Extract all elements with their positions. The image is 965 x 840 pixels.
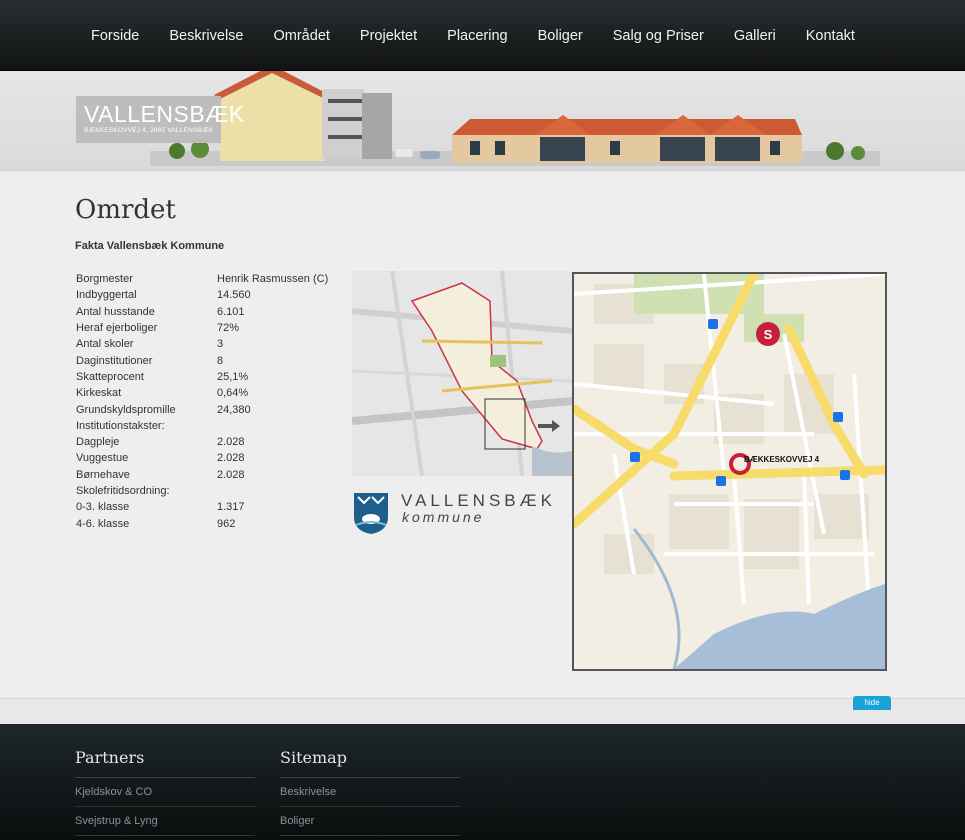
sitemap-title: Sitemap [280, 748, 460, 778]
fact-value: 8 [217, 354, 224, 367]
municipality-name: VALLENSBÆK [401, 491, 556, 510]
site-logo[interactable]: VALLENSBÆK BÆKKESKOVVEJ 4, 2665 VALLENSB… [76, 96, 245, 143]
location-map[interactable]: S BÆKKESKOVVEJ 4 [572, 272, 887, 671]
fact-label: Børnehave [76, 468, 130, 481]
fact-value [217, 483, 328, 499]
fact-row: Kirkeskat 0,64% [76, 385, 328, 401]
footer-partners: Partners Kjeldskov & CO Svejstrup & Lyng [75, 748, 255, 836]
fact-row: Borgmester Henrik Rasmussen (C) [76, 271, 328, 287]
footer-sitemap: Sitemap Beskrivelse Boliger [280, 748, 460, 836]
footer-link[interactable]: Svejstrup & Lyng [75, 807, 255, 836]
fact-value [217, 418, 328, 434]
footer-link[interactable]: Kjeldskov & CO [75, 778, 255, 807]
fact-row: Daginstitutioner 8 [76, 352, 328, 368]
nav-item[interactable]: Galleri [719, 28, 791, 44]
header-banner: VALLENSBÆK BÆKKESKOVVEJ 4, 2665 VALLENSB… [0, 71, 965, 171]
fact-row: Indbyggertal 14.560 [76, 287, 328, 303]
fact-value: 2.028 [217, 436, 245, 449]
nav-item[interactable]: Området [259, 28, 345, 44]
fact-label: Institutionstakster: [76, 419, 165, 432]
fact-row: Antal husstande 6.101 [76, 304, 328, 320]
fact-value: 962 [217, 517, 236, 530]
fact-value: 3 [217, 338, 224, 351]
fact-row: Institutionstakster: [76, 418, 328, 434]
footer-link[interactable]: Beskrivelse [280, 778, 460, 807]
fact-value: Henrik Rasmussen (C) [217, 273, 329, 286]
municipality-overview-map [352, 271, 572, 476]
fact-row: Antal skoler 3 [76, 336, 328, 352]
svg-text:S: S [764, 327, 773, 342]
fact-label: 4-6. klasse [76, 517, 130, 530]
nav-item[interactable]: Forside [76, 28, 154, 44]
fact-label: Skolefritidsordning: [76, 485, 170, 497]
fact-row: Heraf ejerboliger 72% [76, 320, 328, 336]
content-footer-divider [0, 698, 965, 724]
municipality-logo: VALLENSBÆK kommune [352, 491, 567, 535]
footer: Partners Kjeldskov & CO Svejstrup & Lyng … [0, 724, 965, 840]
fact-row: Børnehave 2.028 [76, 467, 328, 483]
fact-label: Borgmester [76, 273, 133, 286]
fact-row: Skolefritidsordning: [76, 483, 328, 499]
main-content: Omrdet Fakta Vallensbæk Kommune Borgmest… [0, 171, 965, 698]
fact-value: 6.101 [217, 305, 245, 318]
municipality-sub: kommune [402, 509, 485, 525]
fact-label: Dagpleje [76, 436, 120, 449]
fact-label: Skatteprocent [76, 370, 144, 383]
fact-label: Kirkeskat [76, 387, 122, 400]
fact-label: Daginstitutioner [76, 354, 153, 367]
coat-of-arms-icon [354, 493, 388, 534]
fact-label: Indbyggertal [76, 289, 137, 302]
top-navigation: Forside Beskrivelse Området Projektet Placer… [0, 0, 965, 71]
nav-list: Forside Beskrivelse Området Projektet Placer… [76, 0, 870, 71]
facts-table: Borgmester Henrik Rasmussen (C) Indbyggert… [76, 271, 328, 532]
fact-row: 4-6. klasse 962 [76, 515, 328, 531]
fact-value: 2.028 [217, 452, 245, 465]
nav-item[interactable]: Boliger [523, 28, 598, 44]
footer-link[interactable]: Boliger [280, 807, 460, 836]
fact-value: 0,64% [217, 387, 249, 400]
map-marker-label: BÆKKESKOVVEJ 4 [744, 455, 820, 464]
fact-value: 2.028 [217, 468, 245, 481]
fact-label: Antal skoler [76, 338, 134, 351]
fact-value: 1.317 [217, 501, 245, 514]
fact-value: 25,1% [217, 370, 249, 383]
page-title: Omrdet [75, 195, 176, 225]
hide-button[interactable]: hide [853, 696, 891, 710]
facts-heading: Fakta Vallensbæk Kommune [75, 240, 225, 252]
fact-row: 0-3. klasse 1.317 [76, 499, 328, 515]
fact-value: 72% [217, 322, 240, 335]
logo-subtitle: BÆKKESKOVVEJ 4, 2665 VALLENSBÆK [84, 127, 214, 134]
nav-item[interactable]: Placering [432, 28, 522, 44]
fact-label: Antal husstande [76, 305, 155, 318]
nav-item[interactable]: Beskrivelse [154, 28, 258, 44]
fact-label: 0-3. klasse [76, 501, 130, 514]
nav-item[interactable]: Salg og Priser [598, 28, 719, 44]
fact-row: Skatteprocent 25,1% [76, 369, 328, 385]
fact-row: Vuggestue 2.028 [76, 450, 328, 466]
fact-label: Vuggestue [76, 452, 129, 465]
fact-label: Grundskyldspromille [76, 403, 176, 416]
logo-title: VALLENSBÆK [84, 101, 245, 127]
fact-row: Dagpleje 2.028 [76, 434, 328, 450]
fact-label: Heraf ejerboliger [76, 322, 158, 335]
fact-value: 14.560 [217, 289, 251, 302]
fact-value: 24,380 [217, 403, 251, 416]
partners-title: Partners [75, 748, 255, 778]
nav-item[interactable]: Projektet [345, 28, 432, 44]
nav-item[interactable]: Kontakt [791, 28, 870, 44]
fact-row: Grundskyldspromille 24,380 [76, 401, 328, 417]
